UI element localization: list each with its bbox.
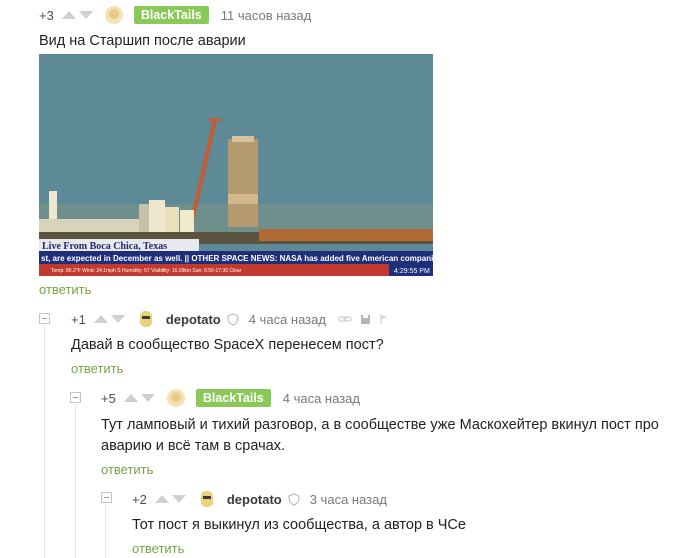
collapse-button[interactable] <box>39 313 50 324</box>
upvote-icon[interactable] <box>123 394 138 402</box>
reply-link[interactable]: ответить <box>132 541 184 556</box>
comment-text: Тот пост я выкинул из сообщества, а авто… <box>132 517 466 533</box>
shield-icon <box>227 312 239 326</box>
comment-score: +2 <box>132 491 147 507</box>
comment-time[interactable]: 11 часов назад <box>221 8 312 23</box>
author-name[interactable]: depotato <box>227 492 282 507</box>
comment-text: Тут ламповый и тихий разговор, а в сообщ… <box>101 417 659 454</box>
avatar[interactable] <box>136 309 156 329</box>
reply-link[interactable]: ответить <box>101 462 153 477</box>
thread-line <box>44 325 45 558</box>
save-icon[interactable] <box>360 314 371 325</box>
downvote-icon[interactable] <box>110 315 125 323</box>
avatar[interactable] <box>104 5 124 25</box>
thread-line <box>75 404 76 558</box>
clock-text: 4:29:55 PM <box>394 268 430 275</box>
comment-header: +3 BlackTails 11 часов назад <box>39 5 311 25</box>
flag-icon[interactable] <box>379 313 389 325</box>
comment-score: +5 <box>101 390 116 406</box>
ticker-text: st, are expected in December as well. ||… <box>41 254 433 263</box>
author-badge[interactable]: BlackTails <box>195 389 271 407</box>
comment-text: Вид на Старшип после аварии <box>39 33 246 49</box>
avatar[interactable] <box>166 388 186 408</box>
author-name[interactable]: depotato <box>166 312 221 327</box>
comment-header: +5 BlackTails 4 часа назад <box>101 388 360 408</box>
comment-time[interactable]: 4 часа назад <box>283 391 360 406</box>
collapse-button[interactable] <box>70 392 81 403</box>
upvote-icon[interactable] <box>93 315 108 323</box>
upvote-icon[interactable] <box>154 495 169 503</box>
avatar[interactable] <box>197 489 217 509</box>
comment-header: +1 depotato 4 часа назад <box>71 309 389 329</box>
comment-text: Давай в сообщество SpaceX перенесем пост… <box>71 337 384 353</box>
downvote-icon[interactable] <box>140 394 155 402</box>
comment-header: +2 depotato 3 часа назад <box>132 489 387 509</box>
upvote-icon[interactable] <box>61 11 76 19</box>
comment-time[interactable]: 3 часа назад <box>310 492 387 507</box>
starship-photo[interactable]: Live From Boca Chica, Texas st, are expe… <box>39 54 433 276</box>
comment-score: +1 <box>71 311 86 327</box>
thread-line <box>105 504 106 558</box>
downvote-icon[interactable] <box>171 495 186 503</box>
comment-time[interactable]: 4 часа назад <box>249 312 326 327</box>
comment-score: +3 <box>39 7 54 23</box>
collapse-button[interactable] <box>101 492 112 503</box>
reply-link[interactable]: ответить <box>39 282 91 297</box>
link-icon[interactable] <box>338 314 352 324</box>
downvote-icon[interactable] <box>78 11 93 19</box>
shield-icon <box>288 492 300 506</box>
reply-link[interactable]: ответить <box>71 361 123 376</box>
weather-text: Temp: 80.2°F Wind: 24.1mph S Humidity: 5… <box>51 268 242 274</box>
lower-third-text: Live From Boca Chica, Texas <box>42 241 167 252</box>
author-badge[interactable]: BlackTails <box>133 6 209 24</box>
